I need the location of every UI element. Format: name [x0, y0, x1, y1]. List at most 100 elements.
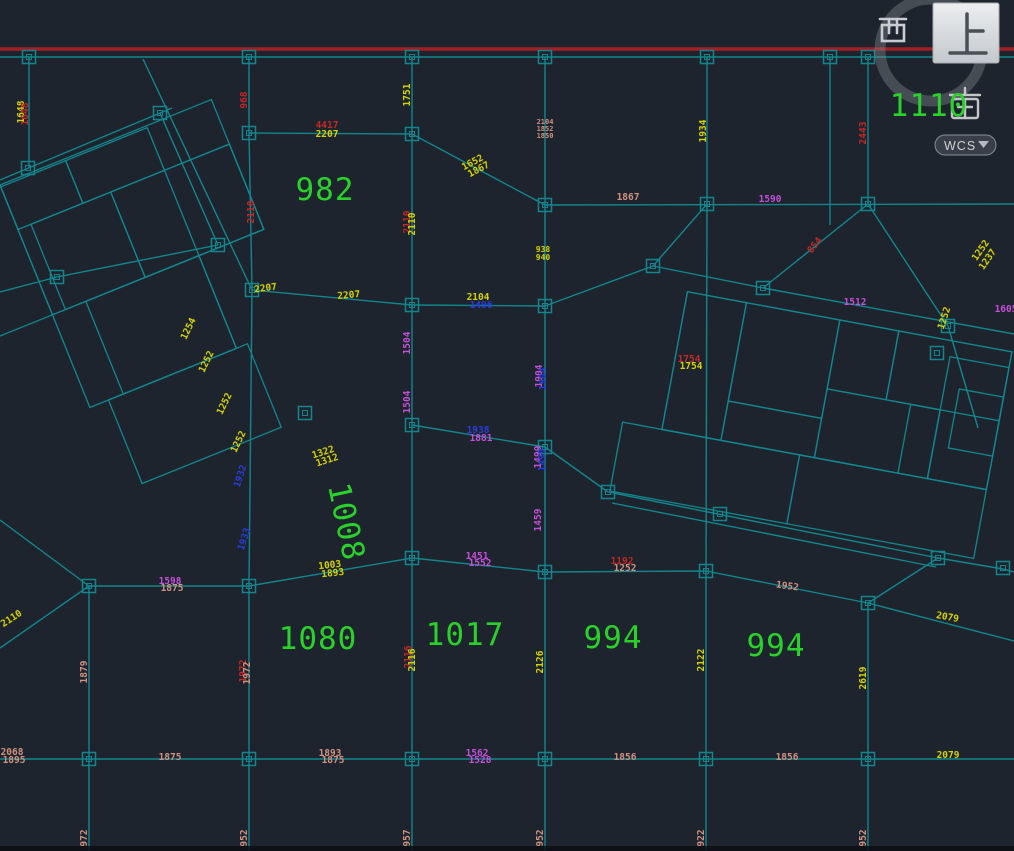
- area-label[interactable]: 994: [584, 620, 643, 656]
- dim-label[interactable]: 1496: [470, 300, 493, 311]
- dim-label[interactable]: 1875: [322, 755, 345, 766]
- dim-label[interactable]: 1504: [402, 331, 413, 354]
- dim-label[interactable]: 1254: [179, 316, 199, 342]
- cad-line[interactable]: [937, 557, 1004, 570]
- building-wall[interactable]: [897, 403, 941, 480]
- dim-label[interactable]: 2110: [407, 212, 418, 235]
- building-outline[interactable]: [0, 98, 335, 518]
- dim-label[interactable]: 1252: [197, 349, 217, 374]
- dim-label[interactable]: 1459: [533, 508, 544, 531]
- dim-label[interactable]: 1893: [321, 567, 345, 580]
- building-wall[interactable]: [661, 291, 748, 442]
- dim-label[interactable]: 2116: [407, 648, 418, 671]
- area-label[interactable]: 1110: [890, 88, 969, 124]
- building-wall[interactable]: [109, 143, 265, 279]
- cad-line[interactable]: [0, 519, 90, 587]
- area-label[interactable]: 982: [296, 172, 355, 208]
- cad-line[interactable]: [705, 203, 708, 572]
- building-wall[interactable]: [885, 330, 1013, 422]
- viewcube-up-face[interactable]: [932, 2, 1000, 64]
- canvas-edge-shade: [0, 846, 1014, 851]
- dim-label[interactable]: 1856: [776, 752, 799, 763]
- dim-label[interactable]: 1867: [617, 192, 640, 203]
- dim-label[interactable]: 2079: [937, 750, 960, 761]
- dim-label[interactable]: 2443: [858, 121, 869, 144]
- area-label[interactable]: 1017: [426, 617, 505, 653]
- dim-label[interactable]: 1952: [775, 579, 799, 593]
- dim-label[interactable]: 1512: [844, 297, 867, 308]
- dim-label[interactable]: 1895: [3, 755, 26, 766]
- dim-label[interactable]: 1252: [614, 563, 637, 574]
- dim-label[interactable]: 1879: [79, 660, 90, 683]
- dim-label[interactable]: 1934: [698, 119, 709, 142]
- dim-label[interactable]: 1252: [215, 391, 235, 416]
- dim-label[interactable]: 1881: [470, 433, 493, 444]
- dim-label[interactable]: 2122: [696, 649, 707, 672]
- dim-label[interactable]: 1751: [402, 83, 413, 106]
- dim-label[interactable]: 1850: [537, 132, 554, 140]
- cad-line[interactable]: [607, 491, 939, 559]
- dim-label[interactable]: 1754: [680, 361, 703, 372]
- viewcube[interactable]: WCS: [874, 0, 1000, 156]
- dim-label[interactable]: 2207: [254, 281, 278, 295]
- cad-line[interactable]: [0, 276, 58, 293]
- dim-label[interactable]: 1499: [537, 448, 548, 471]
- building-wall[interactable]: [30, 191, 147, 311]
- building-wall[interactable]: [84, 254, 238, 395]
- dim-label[interactable]: 2619: [858, 666, 869, 689]
- dim-label[interactable]: 1528: [469, 755, 492, 766]
- cad-line[interactable]: [159, 112, 219, 246]
- cad-viewport[interactable]: 1648 1648 968 1751 2104 1852 1850 1934 2443 4417 2…: [0, 0, 1014, 851]
- building-wall[interactable]: [0, 186, 54, 342]
- dim-label[interactable]: 957: [402, 829, 413, 846]
- dim-label[interactable]: 1875: [159, 752, 182, 763]
- dim-label[interactable]: 1648: [20, 102, 31, 125]
- cad-line[interactable]: [611, 502, 937, 568]
- dim-label[interactable]: 968: [239, 91, 250, 108]
- cad-line[interactable]: [867, 602, 1014, 642]
- area-label[interactable]: 1080: [279, 621, 358, 657]
- area-label[interactable]: 994: [747, 628, 806, 664]
- dim-label[interactable]: 940: [536, 253, 551, 262]
- cad-node[interactable]: [929, 345, 945, 361]
- dim-label[interactable]: 2079: [935, 610, 960, 625]
- building-wall[interactable]: [813, 388, 941, 480]
- wcs-dropdown[interactable]: WCS: [934, 134, 997, 156]
- drawing-canvas[interactable]: 16481648968 1751210418521850 1934 244344172…: [0, 0, 1014, 851]
- building-outline[interactable]: [609, 284, 1013, 560]
- dim-label[interactable]: 1933: [236, 526, 254, 551]
- cad-line[interactable]: [56, 244, 219, 278]
- cad-line[interactable]: [142, 58, 253, 291]
- cad-line[interactable]: [762, 287, 1014, 335]
- dim-label[interactable]: 1904: [538, 367, 549, 390]
- building-wall[interactable]: [727, 301, 841, 420]
- dim-label[interactable]: 1552: [469, 558, 492, 569]
- dim-label[interactable]: 1875: [161, 583, 184, 594]
- dim-label[interactable]: 1856: [614, 752, 637, 763]
- dim-label[interactable]: 972: [79, 829, 90, 846]
- dim-label[interactable]: 1972: [242, 662, 253, 685]
- dim-label[interactable]: 2110: [246, 200, 257, 223]
- dim-label[interactable]: 2126: [535, 650, 546, 673]
- dim-label[interactable]: 952: [535, 829, 546, 846]
- cad-line[interactable]: [867, 203, 949, 327]
- area-label[interactable]: 1008: [320, 480, 372, 564]
- cad-line[interactable]: [544, 446, 609, 493]
- dim-label[interactable]: 1504: [402, 390, 413, 413]
- dim-label[interactable]: 2207: [316, 129, 339, 140]
- dim-label[interactable]: 952: [239, 829, 250, 846]
- cad-line[interactable]: [652, 265, 764, 289]
- cad-line[interactable]: [867, 557, 939, 604]
- dim-label[interactable]: 922: [696, 829, 707, 846]
- dim-label[interactable]: 952: [858, 829, 869, 846]
- dim-label[interactable]: 1590: [759, 194, 782, 205]
- building-wall[interactable]: [107, 342, 283, 485]
- dim-label[interactable]: 2110: [0, 608, 24, 630]
- cad-node[interactable]: [297, 405, 313, 421]
- dim-label[interactable]: 1932: [232, 464, 250, 489]
- cad-line[interactable]: [544, 265, 654, 307]
- building-wall[interactable]: [926, 355, 1010, 491]
- cad-line[interactable]: [652, 203, 708, 267]
- dim-label[interactable]: 1605: [995, 304, 1014, 315]
- dim-label[interactable]: 2207: [337, 289, 361, 302]
